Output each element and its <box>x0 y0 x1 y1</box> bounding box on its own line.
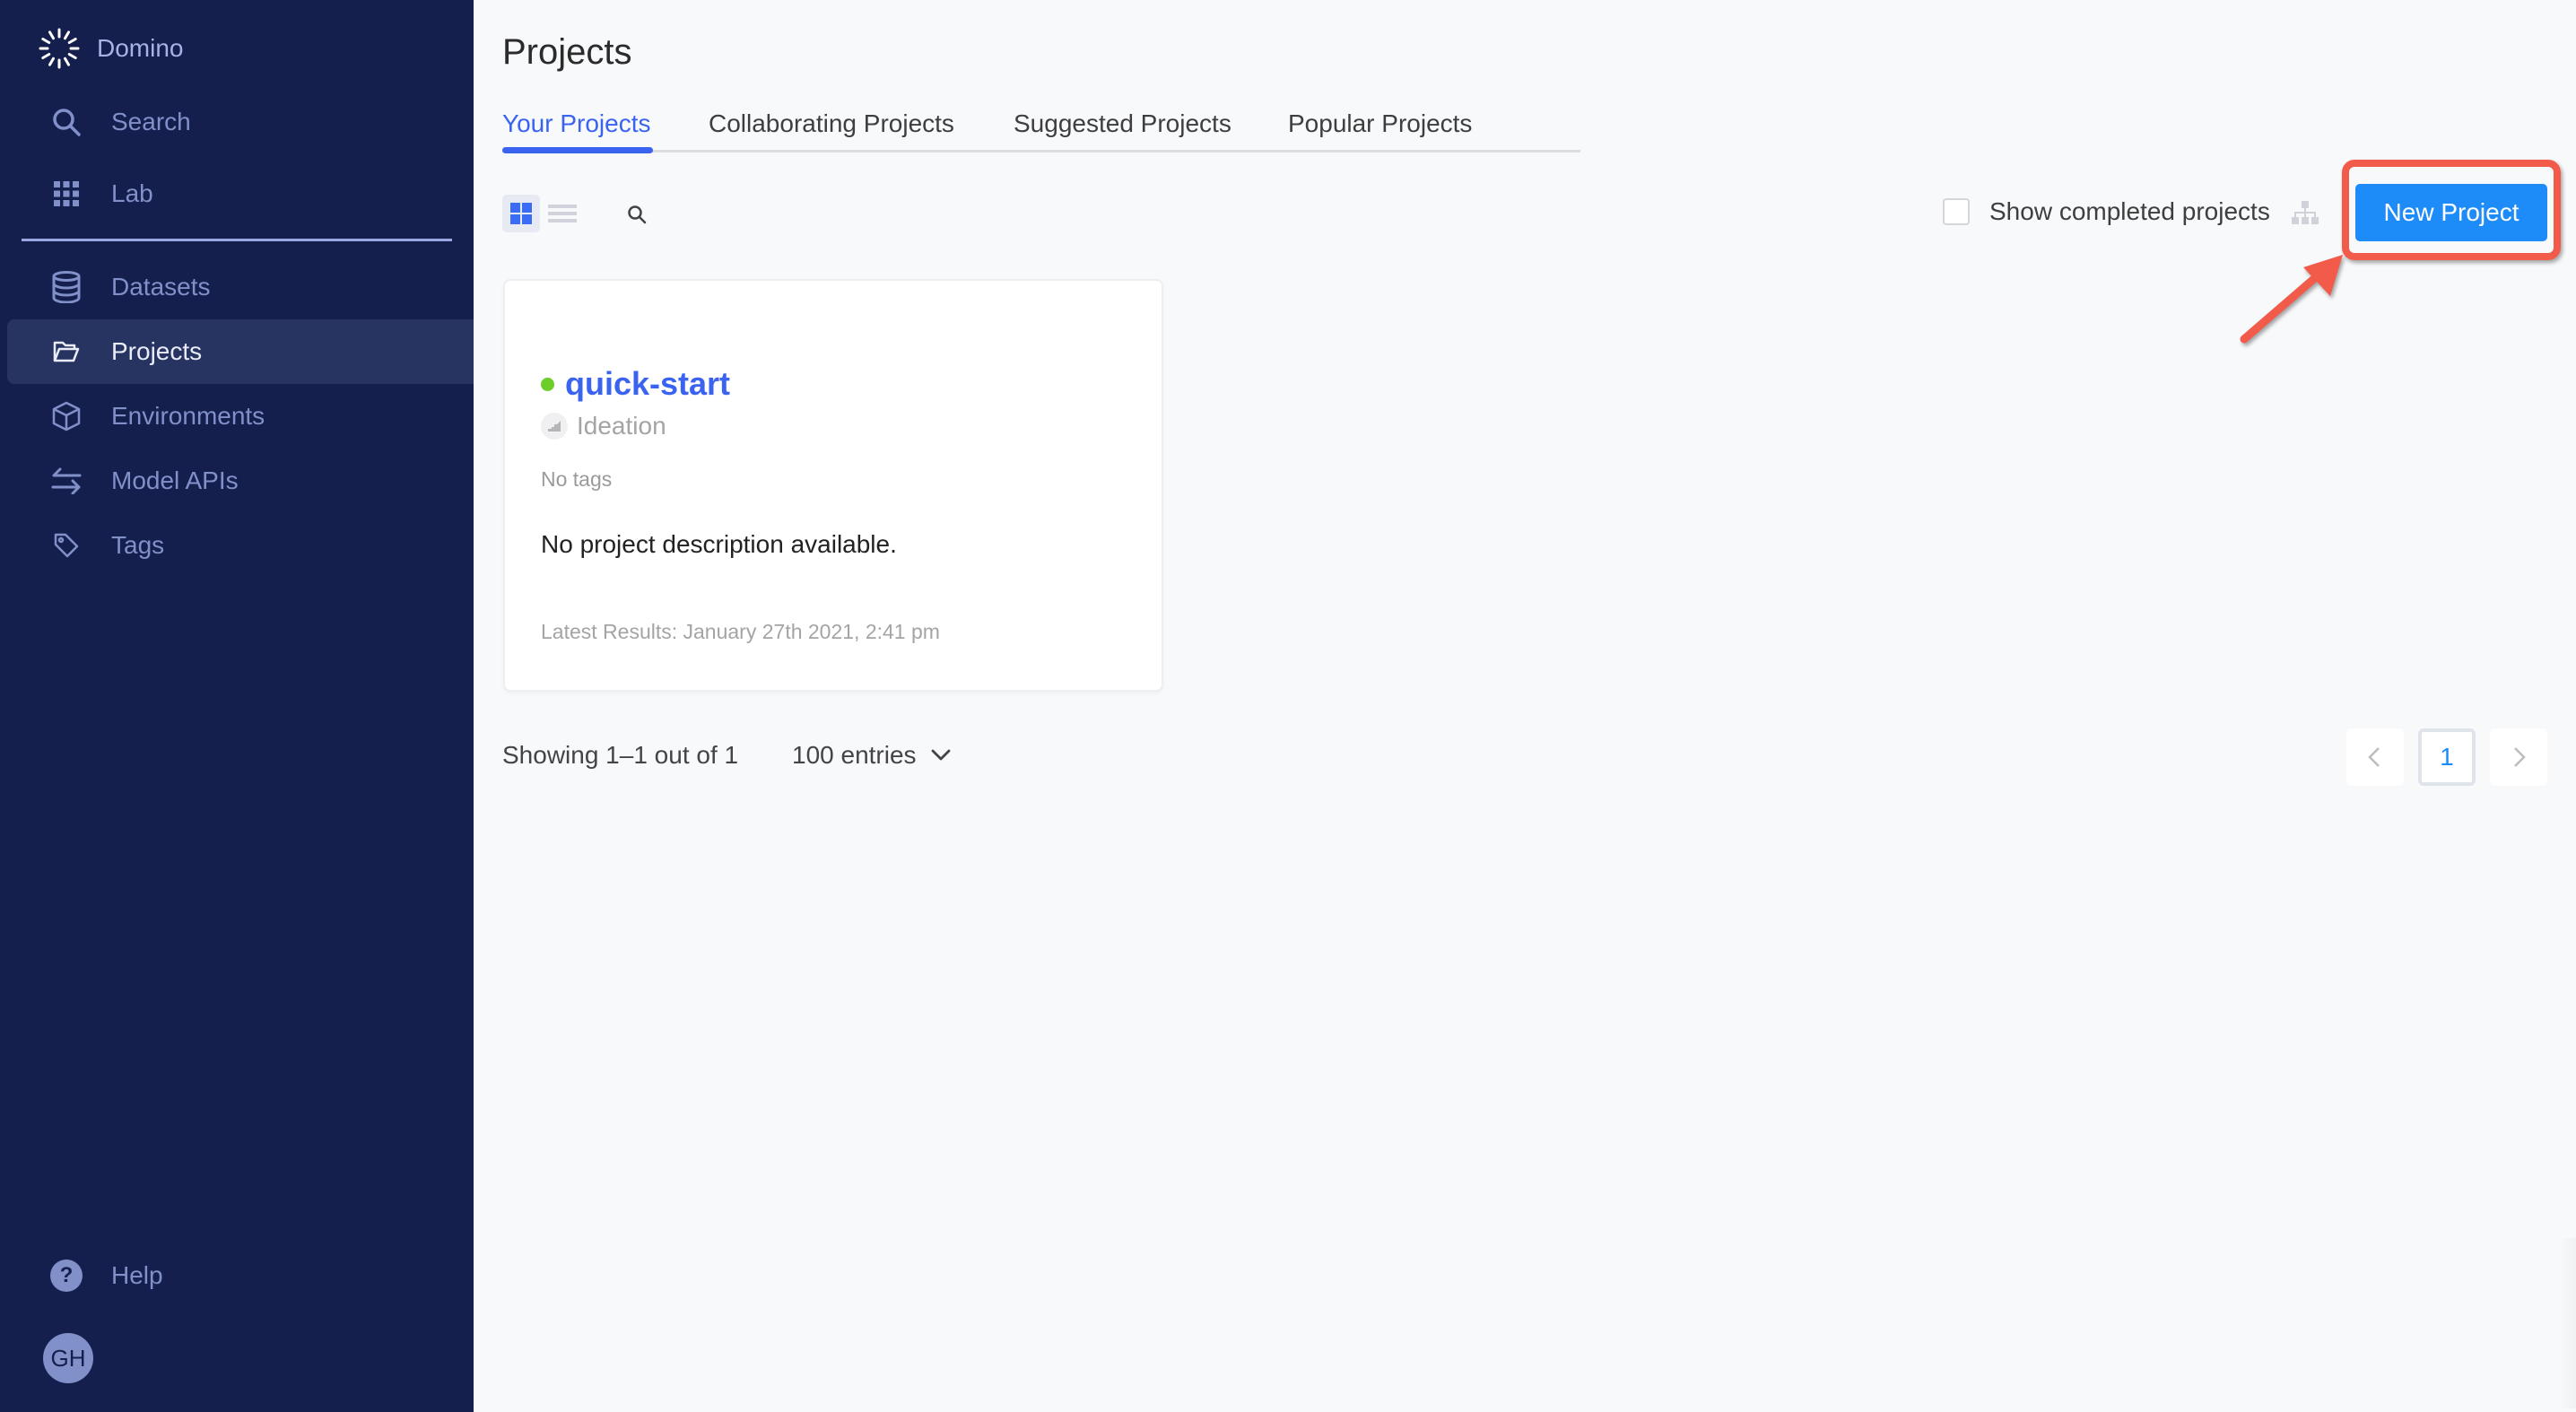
brand-logo[interactable]: Domino <box>36 25 183 72</box>
project-description: No project description available. <box>541 530 897 558</box>
help-label: Help <box>111 1261 163 1289</box>
project-latest-results: Latest Results: January 27th 2021, 2:41 … <box>541 620 940 643</box>
sidebar-divider <box>22 239 452 241</box>
next-page-button[interactable] <box>2490 728 2547 786</box>
database-icon <box>48 269 84 305</box>
stage-label: Ideation <box>577 412 666 440</box>
stage-icon <box>541 413 568 440</box>
sidebar-item-lab[interactable]: Lab <box>7 161 474 226</box>
project-search-button[interactable] <box>622 201 651 228</box>
show-completed-label: Show completed projects <box>1989 197 2270 225</box>
user-avatar[interactable]: GH <box>43 1333 93 1383</box>
tag-icon <box>48 527 84 563</box>
project-tags: No tags <box>541 467 613 491</box>
chevron-right-icon <box>2514 747 2526 767</box>
chevron-down-icon <box>931 749 950 761</box>
new-project-button[interactable]: New Project <box>2355 184 2547 241</box>
grid-icon <box>48 176 84 212</box>
sidebar-item-label: Model APIs <box>111 466 239 494</box>
active-tab-indicator <box>502 147 653 153</box>
project-title-row: quick-start <box>541 365 730 403</box>
edge-shadow <box>2558 1238 2576 1408</box>
showing-count: Showing 1–1 out of 1 <box>502 741 739 769</box>
sidebar-item-search[interactable]: Search <box>7 90 474 154</box>
show-completed-toggle[interactable]: Show completed projects <box>1943 197 2270 226</box>
sidebar-item-tags[interactable]: Tags <box>7 513 474 578</box>
entries-per-page-select[interactable]: 100 entries <box>792 741 951 770</box>
sidebar-item-label: Lab <box>111 179 153 207</box>
tab-popular-projects[interactable]: Popular Projects <box>1288 109 1472 138</box>
sidebar-item-label: Tags <box>111 531 165 559</box>
folder-open-icon <box>48 334 84 370</box>
search-icon <box>628 205 647 224</box>
project-stage: Ideation <box>541 412 666 440</box>
project-name-link[interactable]: quick-start <box>565 365 730 403</box>
tab-suggested-projects[interactable]: Suggested Projects <box>1014 109 1231 138</box>
sidebar-item-projects[interactable]: Projects <box>7 319 474 384</box>
sidebar-item-datasets[interactable]: Datasets <box>7 255 474 319</box>
chevron-left-icon <box>2368 747 2380 767</box>
project-tabs: Your Projects Collaborating Projects Sug… <box>502 104 1580 153</box>
sidebar-item-environments[interactable]: Environments <box>7 384 474 449</box>
grid-view-button[interactable] <box>502 195 540 232</box>
page-number-button[interactable]: 1 <box>2418 728 2476 786</box>
grid-view-icon <box>510 203 532 224</box>
annotation-arrow-icon <box>2240 255 2343 344</box>
sidebar-item-label: Search <box>111 108 191 135</box>
project-card[interactable]: quick-start Ideation No tags No project … <box>503 279 1163 692</box>
prev-page-button[interactable] <box>2346 728 2404 786</box>
cube-icon <box>48 398 84 434</box>
help-icon: ? <box>50 1259 83 1292</box>
list-view-icon <box>548 205 577 222</box>
hierarchy-view-button[interactable] <box>2291 201 2319 228</box>
domino-logo-icon <box>39 28 80 69</box>
sidebar-item-label: Environments <box>111 402 265 430</box>
help-button[interactable]: ? Help <box>50 1259 163 1292</box>
brand-name: Domino <box>97 34 184 62</box>
project-status-dot <box>541 377 554 391</box>
sidebar-item-label: Datasets <box>111 273 211 301</box>
list-view-button[interactable] <box>547 199 578 228</box>
sidebar: Domino Search Lab Datasets Projects Envi… <box>0 0 474 1412</box>
search-icon <box>48 104 84 140</box>
entries-label: 100 entries <box>792 741 917 769</box>
show-completed-checkbox[interactable] <box>1943 198 1970 225</box>
tab-your-projects[interactable]: Your Projects <box>502 109 651 138</box>
arrows-exchange-icon <box>48 463 84 499</box>
sidebar-item-model-apis[interactable]: Model APIs <box>7 449 474 513</box>
sidebar-item-label: Projects <box>111 337 203 365</box>
hierarchy-icon <box>2292 201 2319 224</box>
tab-collaborating-projects[interactable]: Collaborating Projects <box>709 109 954 138</box>
page-title: Projects <box>502 32 632 72</box>
